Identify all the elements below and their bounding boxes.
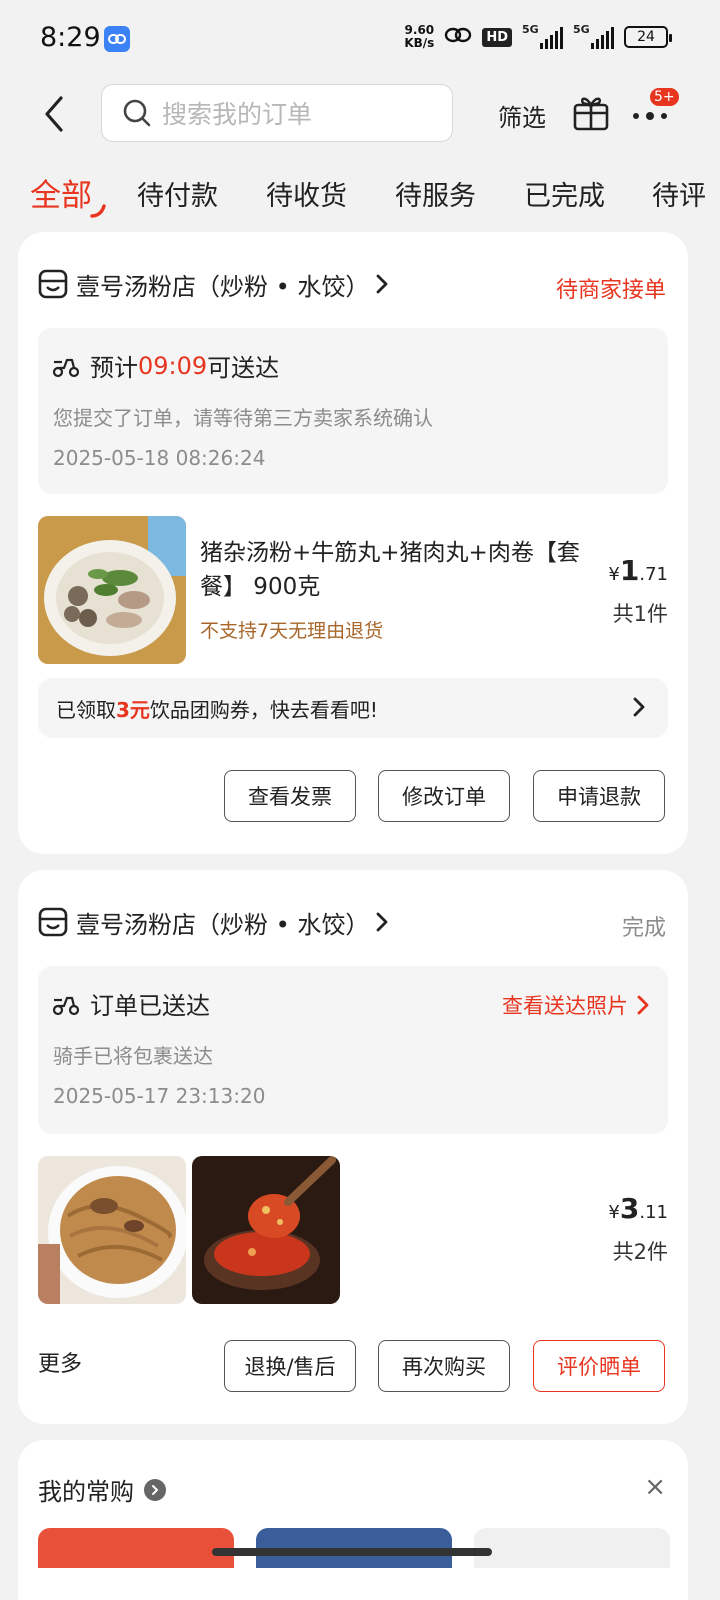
frequent-item-1[interactable] <box>38 1528 234 1568</box>
close-icon[interactable]: × <box>644 1472 666 1502</box>
store-icon <box>38 269 68 299</box>
delivery-info-box: 订单已送达 查看送达照片 骑手已将包裹送达 2025-05-17 23:13:2… <box>38 966 668 1134</box>
return-policy-note: 不支持7天无理由退货 <box>200 620 384 642</box>
store-link[interactable]: 壹号汤粉店（炒粉 • 水饺） <box>38 262 389 306</box>
buy-again-button[interactable]: 再次购买 <box>378 1340 510 1392</box>
chevron-right-icon <box>637 995 649 1015</box>
order-tabs: 全部 待付款 待收货 待服务 已完成 待评 <box>0 170 720 222</box>
link-app-icon <box>104 26 130 52</box>
scooter-icon <box>52 358 80 377</box>
signal-icon: 5G <box>522 23 563 49</box>
product-image-chili-sauce[interactable] <box>192 1156 340 1304</box>
order-status: 待商家接单 <box>555 278 666 303</box>
back-arrow-icon <box>45 96 63 132</box>
store-icon <box>38 907 68 937</box>
back-button[interactable] <box>34 92 74 136</box>
frequent-item-3[interactable] <box>474 1528 670 1568</box>
order-message: 您提交了订单，请等待第三方卖家系统确认 <box>53 406 433 430</box>
product-image-noodles[interactable] <box>38 1156 186 1304</box>
network-speed: 9.60 KB/s <box>404 23 435 50</box>
order-status: 完成 <box>621 916 666 941</box>
delivery-estimate: 预计 09:09 可送达 <box>52 348 279 383</box>
order-message: 骑手已将包裹送达 <box>53 1044 213 1068</box>
store-name: 壹号汤粉店（炒粉 • 水饺） <box>76 272 370 301</box>
delivery-status: 订单已送达 <box>52 986 210 1021</box>
view-delivery-photo-link[interactable]: 查看送达照片 <box>502 990 650 1020</box>
search-icon <box>123 99 151 127</box>
return-after-sales-button[interactable]: 退换/售后 <box>224 1340 356 1392</box>
order-price: ¥3.11 <box>608 1192 668 1225</box>
order-timestamp: 2025-05-18 08:26:24 <box>53 446 266 470</box>
item-count: 共2件 <box>612 1240 668 1264</box>
more-actions-link[interactable]: 更多 <box>38 1346 82 1378</box>
tab-all[interactable]: 全部 <box>30 170 92 215</box>
frequent-purchases-section: 我的常购 × <box>18 1440 688 1600</box>
coupon-amount: 3元 <box>116 697 150 722</box>
scooter-icon <box>52 996 80 1015</box>
filter-button[interactable]: 筛选 <box>498 98 546 133</box>
order-card[interactable]: 壹号汤粉店（炒粉 • 水饺） 待商家接单 预计 09:09 可送达 您提交了订单… <box>18 232 688 854</box>
gift-icon <box>573 97 609 131</box>
store-link[interactable]: 壹号汤粉店（炒粉 • 水饺） <box>38 900 389 944</box>
status-indicators: 9.60 KB/s HD 5G 5G 24 <box>404 23 672 50</box>
view-invoice-button[interactable]: 查看发票 <box>224 770 356 822</box>
hotspot-link-icon <box>444 25 472 49</box>
search-input[interactable]: 搜索我的订单 <box>101 84 453 142</box>
tab-pending-service[interactable]: 待服务 <box>395 174 476 213</box>
chevron-right-icon <box>377 912 388 932</box>
order-timestamp: 2025-05-17 23:13:20 <box>53 1084 266 1108</box>
status-time: 8:29 <box>40 22 101 53</box>
product-image-soup[interactable] <box>38 516 186 664</box>
order-card[interactable]: 壹号汤粉店（炒粉 • 水饺） 完成 订单已送达 查看送达照片 骑手已将包裹送达 … <box>18 870 688 1424</box>
hd-voice-badge: HD <box>482 27 512 47</box>
gift-button[interactable] <box>572 92 610 132</box>
tab-completed[interactable]: 已完成 <box>524 174 605 213</box>
tab-active-indicator <box>90 204 106 218</box>
frequent-title: 我的常购 <box>38 1478 134 1506</box>
product-title[interactable]: 猪杂汤粉+牛筋丸+猪肉丸+肉卷【套餐】 900克 <box>200 536 580 604</box>
delivery-time: 09:09 <box>138 351 208 380</box>
home-indicator[interactable] <box>212 1548 492 1556</box>
request-refund-button[interactable]: 申请退款 <box>533 770 665 822</box>
tab-pending-review[interactable]: 待评 <box>652 174 706 213</box>
item-count: 共1件 <box>612 602 668 626</box>
signal-icon-2: 5G <box>573 23 614 49</box>
status-bar: 8:29 9.60 KB/s HD 5G 5G 24 <box>0 0 720 78</box>
store-name: 壹号汤粉店（炒粉 • 水饺） <box>76 910 370 939</box>
tab-pending-payment[interactable]: 待付款 <box>137 174 218 213</box>
chevron-right-icon <box>377 274 388 294</box>
info-icon[interactable] <box>144 1478 166 1501</box>
coupon-banner[interactable]: 已领取 3元 饮品团购券，快去看看吧! <box>38 678 668 738</box>
chevron-right-icon <box>633 697 645 717</box>
review-button[interactable]: 评价晒单 <box>533 1340 665 1392</box>
modify-order-button[interactable]: 修改订单 <box>378 770 510 822</box>
delivery-info-box: 预计 09:09 可送达 您提交了订单，请等待第三方卖家系统确认 2025-05… <box>38 328 668 494</box>
frequent-header: 我的常购 <box>38 1472 166 1507</box>
order-price: ¥1.71 <box>608 554 668 587</box>
tab-pending-receipt[interactable]: 待收货 <box>266 174 347 213</box>
notification-badge: 5+ <box>648 86 681 108</box>
header: 搜索我的订单 筛选 5+ <box>0 78 720 158</box>
search-placeholder: 搜索我的订单 <box>162 100 313 129</box>
battery-icon: 24 <box>624 26 672 48</box>
